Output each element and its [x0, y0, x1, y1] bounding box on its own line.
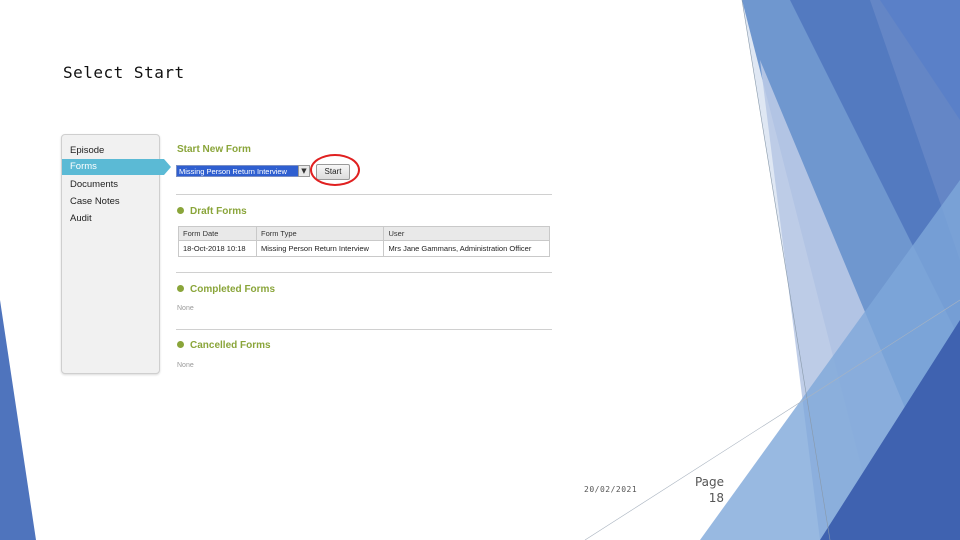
chevron-down-icon[interactable]: ▼ [298, 165, 310, 177]
column-header: Form Date [178, 226, 257, 241]
form-type-cell: Missing Person Return Interview [255, 240, 385, 257]
cancelled-forms-heading: Cancelled Forms [177, 340, 271, 351]
highlight-circle [310, 154, 360, 186]
draft-forms-table: Form Date Form Type User 18-Oct-2018 10:… [178, 226, 550, 257]
slide-page-number: Page 18 [682, 474, 724, 506]
draft-forms-heading: Draft Forms [177, 206, 247, 217]
divider [176, 329, 552, 330]
bullet-icon [177, 284, 184, 292]
completed-forms-title: Completed Forms [190, 284, 276, 295]
cancelled-forms-title: Cancelled Forms [190, 340, 271, 351]
page-label: Page [694, 475, 724, 489]
column-header: User [383, 226, 550, 241]
bullet-icon [177, 206, 184, 214]
cancelled-forms-empty: None [177, 362, 194, 369]
sidebar-item-forms[interactable]: Forms [62, 159, 171, 175]
page-number: 18 [708, 491, 724, 505]
sidebar-item-audit[interactable]: Audit [70, 213, 92, 224]
sidebar: Episode Forms Documents Case Notes Audit [61, 134, 171, 374]
sidebar-item-episode[interactable]: Episode [70, 145, 104, 156]
slide-date: 20/02/2021 [584, 485, 638, 494]
bullet-icon [177, 340, 184, 348]
sidebar-item-case-notes[interactable]: Case Notes [70, 196, 120, 207]
divider [176, 272, 552, 273]
form-date-cell: 18-Oct-2018 10:18 [178, 240, 257, 257]
column-header: Form Type [255, 226, 385, 241]
start-new-form-heading: Start New Form [177, 144, 251, 155]
divider [176, 194, 552, 195]
completed-forms-empty: None [177, 305, 194, 312]
slide-title: Select Start [63, 63, 185, 82]
form-type-select[interactable]: Missing Person Return Interview [176, 165, 310, 177]
completed-forms-heading: Completed Forms [177, 284, 275, 295]
sidebar-item-documents[interactable]: Documents [70, 179, 118, 190]
draft-forms-title: Draft Forms [190, 206, 247, 217]
user-cell: Mrs Jane Gammans, Administration Officer [383, 240, 550, 257]
app-screenshot: Episode Forms Documents Case Notes Audit… [58, 132, 554, 376]
table-row[interactable]: 18-Oct-2018 10:18 Missing Person Return … [178, 240, 550, 257]
